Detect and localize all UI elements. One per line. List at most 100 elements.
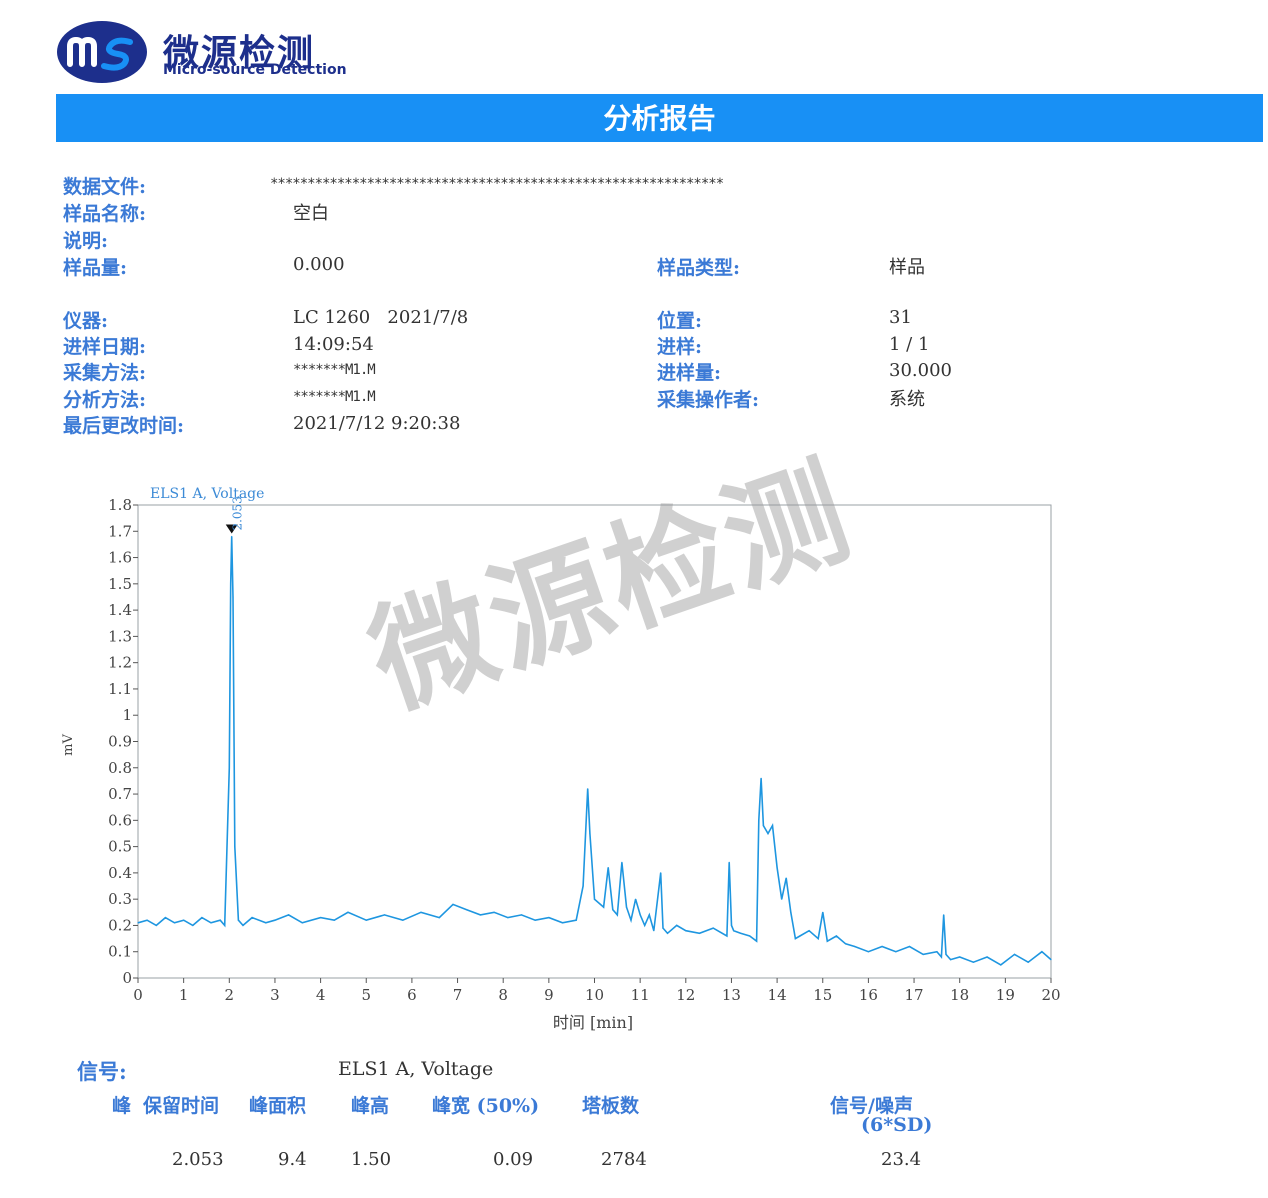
data-point <box>452 903 454 905</box>
header-signal-noise-sub: (6*SD) <box>861 1114 933 1136</box>
y-tick-label: 1.8 <box>108 496 132 514</box>
data-point <box>835 935 838 937</box>
position-label: 位置: <box>657 310 703 332</box>
data-point <box>794 938 797 940</box>
header-peak-width: 峰宽 (50%) <box>432 1095 540 1117</box>
data-point <box>817 938 819 940</box>
y-tick-label: 1.5 <box>108 575 132 593</box>
y-tick-label: 0.9 <box>108 733 132 751</box>
data-point <box>479 914 481 916</box>
data-point <box>616 914 618 916</box>
data-point <box>612 909 614 911</box>
report-title-bar: 分析报告 <box>56 94 1263 142</box>
data-point <box>945 953 947 955</box>
data-point <box>630 919 632 921</box>
injection-label: 进样: <box>657 336 703 358</box>
data-point <box>943 914 945 916</box>
sample-type-value: 样品 <box>889 257 925 278</box>
data-point <box>438 917 440 919</box>
x-axis-label: 时间 [min] <box>553 1013 633 1032</box>
data-point <box>1041 951 1043 953</box>
x-tick-label: 0 <box>133 986 143 1004</box>
data-point <box>347 911 349 913</box>
data-point <box>758 819 760 821</box>
y-tick-label: 0.5 <box>108 838 132 856</box>
x-tick-label: 9 <box>544 986 554 1004</box>
data-point <box>137 922 139 924</box>
data-point <box>790 911 792 913</box>
peak-label: 2.053 <box>231 496 245 530</box>
data-point <box>950 959 952 961</box>
x-tick-label: 2 <box>225 986 235 1004</box>
data-point <box>210 922 212 924</box>
x-tick-label: 19 <box>996 986 1015 1004</box>
y-tick-label: 0.1 <box>108 943 132 961</box>
data-point <box>845 943 847 945</box>
y-tick-label: 0.8 <box>108 759 132 777</box>
data-point <box>972 961 975 963</box>
data-point <box>726 935 728 937</box>
data-point <box>234 846 236 848</box>
data-point <box>173 922 176 924</box>
injection-date-label: 进样日期: <box>63 336 147 358</box>
data-point <box>593 898 596 900</box>
signal-value: ELS1 A, Voltage <box>338 1058 494 1080</box>
signal-label: 信号: <box>77 1059 127 1084</box>
header-peak-height: 峰高 <box>351 1095 390 1117</box>
injection-value: 1 / 1 <box>889 334 930 355</box>
data-point <box>771 825 774 827</box>
x-tick-label: 11 <box>631 986 650 1004</box>
data-point <box>940 956 943 958</box>
data-point <box>712 927 714 929</box>
data-point <box>575 919 577 921</box>
data-point <box>383 914 386 916</box>
data-point <box>582 885 584 887</box>
data-point <box>466 909 468 911</box>
data-point <box>507 917 509 919</box>
data-file-value: ****************************************… <box>270 176 724 192</box>
data-point <box>760 777 762 779</box>
chromatogram-chart: 0 0.1 0.2 0.3 0.4 0.5 0.6 0.7 0.8 0.9 1 1.1 1.2 1.3 1.… <box>61 486 1061 1032</box>
data-point <box>365 919 367 921</box>
operator-value: 系统 <box>889 389 925 410</box>
data-point <box>265 922 267 924</box>
y-tick-label: 1 <box>122 706 132 724</box>
cell-peak-height: 1.50 <box>351 1149 392 1170</box>
cell-peak-width: 0.09 <box>493 1149 534 1170</box>
data-point <box>867 951 870 953</box>
x-tick-label: 12 <box>676 986 695 1004</box>
x-tick-label: 17 <box>905 986 924 1004</box>
data-point <box>822 911 824 913</box>
x-tick-label: 10 <box>585 986 604 1004</box>
data-point <box>534 919 536 921</box>
y-tick-label: 1.1 <box>108 680 132 698</box>
data-point <box>854 945 856 948</box>
instrument-value: LC 1260 2021/7/8 <box>293 307 469 328</box>
data-point <box>785 877 787 879</box>
cell-signal-noise: 23.4 <box>881 1149 922 1170</box>
sample-name-label: 样品名称: <box>63 203 147 225</box>
data-point <box>242 924 244 926</box>
x-tick-label: 14 <box>768 986 787 1004</box>
data-point <box>607 867 609 869</box>
data-point <box>183 919 185 921</box>
analysis-method-value: *******M1.M <box>293 389 376 405</box>
data-point <box>881 945 883 948</box>
data-point <box>730 924 733 926</box>
x-tick-label: 4 <box>316 986 326 1004</box>
y-tick-label: 1.6 <box>108 549 132 567</box>
data-point <box>402 919 404 921</box>
y-tick-label: 1.2 <box>108 654 132 672</box>
y-tick-label: 1.3 <box>108 627 132 645</box>
header-peak: 峰 <box>112 1095 132 1117</box>
data-point <box>589 832 591 835</box>
y-axis-label: mV <box>61 734 76 756</box>
acq-method-value: *******M1.M <box>293 362 376 378</box>
data-point <box>288 914 290 916</box>
description-label: 说明: <box>63 230 109 252</box>
data-point <box>520 914 523 916</box>
data-file-label: 数据文件: <box>63 176 147 198</box>
data-point <box>635 898 637 900</box>
header-plates: 塔板数 <box>582 1095 640 1117</box>
data-point <box>799 935 801 937</box>
